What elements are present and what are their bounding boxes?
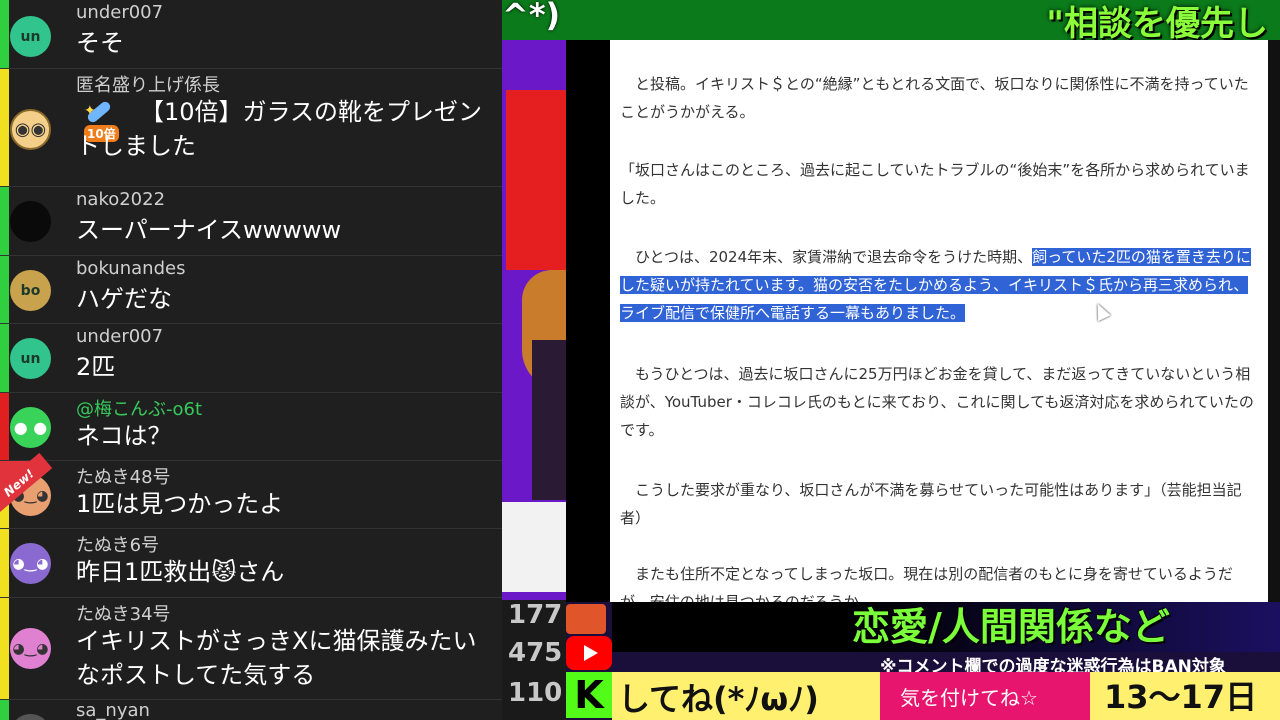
- chat-status-bar: [0, 529, 9, 597]
- article-gutter: [566, 40, 610, 600]
- chat-status-bar: [0, 324, 9, 392]
- chat-text: ハゲだな: [76, 285, 172, 313]
- scrollbar[interactable]: [1268, 40, 1280, 602]
- ticker-left-text: してね(*ﾉωﾉ): [618, 680, 819, 718]
- chat-status-bar: [0, 69, 9, 186]
- counter-value: 177: [508, 600, 563, 630]
- chat-author[interactable]: たぬき48号: [76, 463, 171, 489]
- chat-status-bar: [0, 256, 9, 323]
- chat-message: un under007 そそ: [0, 0, 502, 69]
- ticker-top: 恋愛/人間関係など: [612, 602, 1280, 652]
- tanuki-face-icon: ◕‿◕: [12, 555, 49, 572]
- banner-left-text: ^*): [502, 0, 561, 34]
- article-paragraph: と投稿。イキリスト＄との“絶縁”ともとれる文面で、坂口なりに関係性に不満を持って…: [620, 75, 1249, 121]
- counter-value: 110: [508, 678, 563, 708]
- ticker-top-text: 恋愛/人間関係など: [852, 605, 1170, 649]
- chat-author[interactable]: under007: [76, 2, 163, 23]
- stream-video-area: [502, 40, 566, 600]
- chat-author[interactable]: sa_nyan: [76, 700, 150, 720]
- chat-text: スーパーナイスwwwww: [76, 216, 342, 244]
- chat-message: bo bokunandes ハゲだな: [0, 256, 502, 324]
- article-page[interactable]: と投稿。イキリスト＄との“絶縁”ともとれる文面で、坂口なりに関係性に不満を持って…: [610, 40, 1270, 602]
- thumbnail-icon: [566, 604, 606, 634]
- chat-text: ネコは？: [76, 422, 172, 450]
- chat-status-bar: [0, 700, 9, 720]
- chat-message: ◕‿◕ たぬき34号 イキリストがさっきXに猫保護みたいなポストしてた気する: [0, 598, 502, 700]
- youtube-icon[interactable]: [566, 636, 612, 670]
- article-paragraph: ひとつは、2024年末、家賃滞納で退去命令をうけた時期、飼っていた2匹の猫を置き…: [620, 243, 1260, 327]
- chat-status-bar: [0, 598, 9, 699]
- chat-message: ● ● @梅こんぶ-o6t ネコは？: [0, 393, 502, 461]
- chat-text: イキリストがさっきXに猫保護みたいなポストしてた気する: [76, 627, 477, 689]
- ticker-date-text: 13～17日: [1104, 678, 1258, 716]
- chat-message: nako2022 スーパーナイスwwwww: [0, 187, 502, 256]
- chat-status-bar: [0, 0, 9, 68]
- avatar[interactable]: bo: [10, 270, 51, 311]
- avatar[interactable]: ◉◉: [10, 109, 51, 150]
- tanuki-face-icon: ◕‿◕: [12, 640, 49, 657]
- counter-column: 177 475 110: [502, 600, 566, 720]
- article-paragraph: もうひとつは、過去に坂口さんに25万円ほどお金を貸して、まだ返ってきていないとい…: [620, 365, 1254, 439]
- video-red-block: [506, 90, 566, 270]
- article-paragraph: 「坂口さんはこのところ、過去に起こしていたトラブルの“後始末”を各所から求められ…: [620, 161, 1250, 207]
- avatar[interactable]: ◕‿◕: [10, 628, 51, 669]
- kick-icon[interactable]: K: [566, 672, 612, 718]
- chat-author[interactable]: たぬき34号: [76, 600, 171, 626]
- avatar[interactable]: ● ●: [10, 407, 51, 448]
- avatar[interactable]: un: [10, 16, 51, 57]
- chat-text: 昨日1匹救出😾さん: [76, 558, 285, 586]
- avatar[interactable]: un: [10, 338, 51, 379]
- ticker-bottom: してね(*ﾉωﾉ) 気を付けてね☆ 13～17日: [612, 672, 1280, 720]
- stream-top-banner: ^*) "相談を優先し: [502, 0, 1280, 40]
- video-white-block: [502, 502, 566, 592]
- chat-author[interactable]: under007: [76, 326, 163, 347]
- chat-status-bar: [0, 393, 9, 460]
- avatar[interactable]: [10, 714, 51, 720]
- chat-status-bar: [0, 187, 9, 255]
- chat-message: sa_nyan: [0, 700, 502, 720]
- frog-face-icon: ● ●: [13, 418, 48, 437]
- avatar[interactable]: ◕‿◕: [10, 543, 51, 584]
- video-dark-shape: [532, 340, 566, 500]
- chat-text: 1匹は見つかったよ: [76, 490, 284, 518]
- article-paragraph: こうした要求が重なり、坂口さんが不満を募らせていった可能性はあります」（芸能担当…: [620, 481, 1242, 527]
- chat-author[interactable]: nako2022: [76, 189, 165, 210]
- glasses-face-icon: ◉◉: [14, 119, 47, 140]
- ticker-mid-text: 気を付けてね☆: [900, 686, 1038, 710]
- chat-text: 【10倍】ガラスの靴をプレゼントしました: [76, 98, 483, 160]
- chat-author[interactable]: @梅こんぶ-o6t: [76, 395, 202, 421]
- chat-message: un under007 2匹: [0, 324, 502, 393]
- counter-value: 475: [508, 638, 563, 668]
- banner-right-text: "相談を優先し: [1046, 4, 1268, 40]
- avatar[interactable]: [10, 201, 51, 242]
- chat-author[interactable]: 匿名盛り上げ係長: [76, 71, 220, 97]
- chat-message: ◉◉ 匿名盛り上げ係長 ✦ 10倍 【10倍】ガラスの靴をプレゼントしました: [0, 69, 502, 187]
- chat-message: ◕‿◕ New! たぬき48号 1匹は見つかったよ: [0, 452, 502, 529]
- chat-author[interactable]: たぬき6号: [76, 531, 159, 557]
- chat-text: 2匹: [76, 353, 116, 381]
- chat-text: そそ: [76, 29, 124, 57]
- article-text: ひとつは、2024年末、家賃滞納で退去命令をうけた時期、: [635, 248, 1033, 266]
- chat-author[interactable]: bokunandes: [76, 258, 185, 279]
- chat-panel: un under007 そそ ◉◉ 匿名盛り上げ係長 ✦ 10倍 【10倍】ガラ…: [0, 0, 502, 720]
- chat-message: ◕‿◕ たぬき6号 昨日1匹救出😾さん: [0, 529, 502, 598]
